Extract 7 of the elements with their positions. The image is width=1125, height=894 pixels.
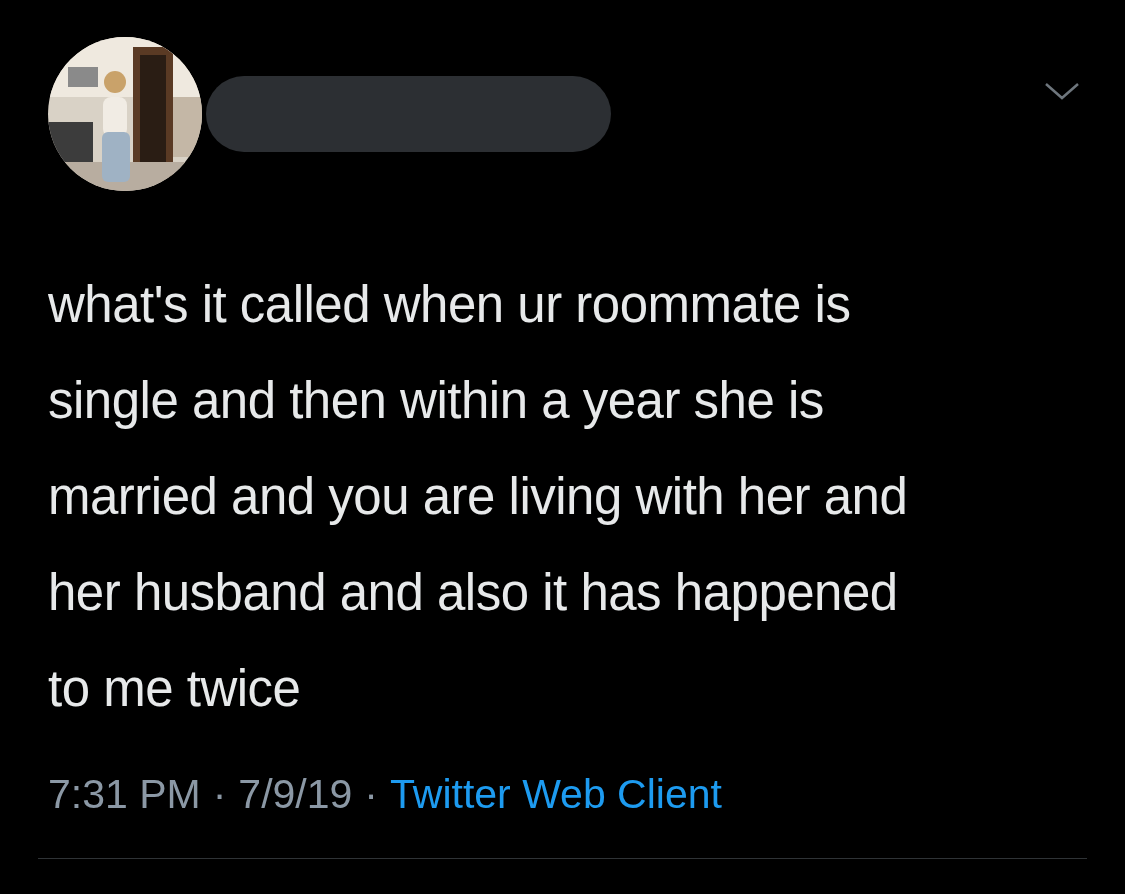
source-link[interactable]: Twitter Web Client [390,771,722,818]
timestamp: 7:31 PM [48,771,201,818]
tweet-text: what's it called when ur roommate is single and then within a year she is married and you are living with her and her husband and also it has happened to me twice [48,275,908,719]
timestamp: 7/9/19 [238,771,353,818]
chevron-down-icon[interactable] [1044,82,1080,100]
separator: · [364,771,378,818]
separator: · [212,771,227,818]
